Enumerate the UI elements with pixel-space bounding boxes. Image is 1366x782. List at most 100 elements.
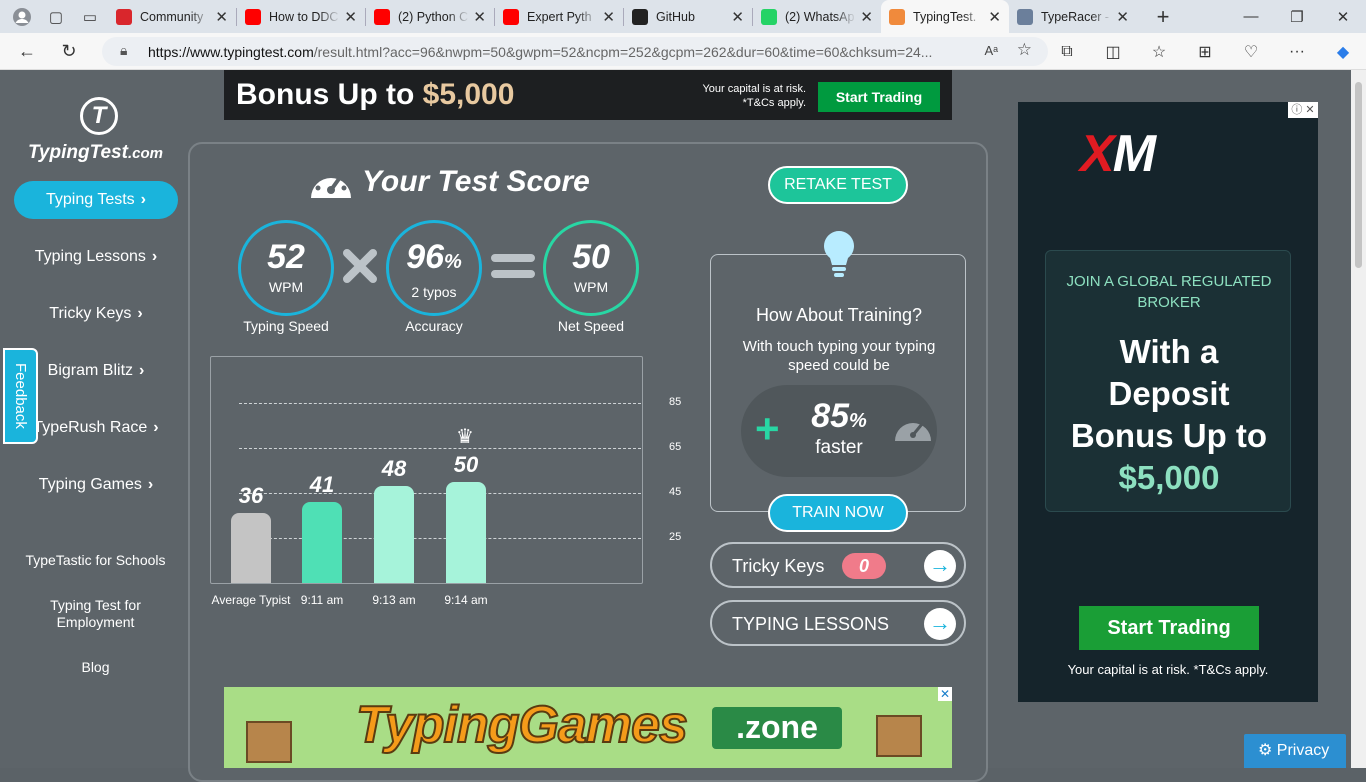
youtube-icon [503,8,519,25]
site-logo[interactable]: TypingTest.com [4,142,187,164]
speed-history-chart: 25 45 65 85 36 Average Typist 41 9:11 am 48 9:13 … [210,356,681,607]
arrow-right-icon[interactable]: → [924,608,956,640]
profile-icon[interactable] [10,5,34,29]
ad-offer-line: Deposit [1108,375,1230,412]
browser-tab[interactable]: TypingTest. ✕ [881,0,1009,33]
net-speed-value: 50 [572,238,610,276]
url-host: https://www.typingtest.com [148,43,314,60]
improvement-suffix: % [849,410,867,432]
logo-suffix: .com [127,145,163,162]
close-tab-icon[interactable]: ✕ [215,8,228,26]
browser-tab[interactable]: GitHub ✕ [624,0,752,33]
start-trading-button[interactable]: Start Trading [818,82,940,112]
sidebar-item-typing-lessons[interactable]: Typing Lessons › [14,238,178,276]
close-window-icon[interactable]: ✕ [1320,8,1366,26]
tricky-keys-label: Tricky Keys [732,556,825,576]
link-typing-test-employment[interactable]: Typing Test for Employment [4,597,187,631]
typingtest-logo-icon[interactable]: T [80,97,118,135]
top-advertisement[interactable]: Bonus Up to $5,000 Your capital is at ri… [224,70,952,120]
chart-gridline [239,538,641,539]
scrollbar-thumb[interactable] [1355,82,1362,268]
address-bar-row: ← ↻ 🔒︎ https://www.typingtest.com/result… [0,33,1366,70]
privacy-button[interactable]: ⚙ Privacy [1244,734,1346,768]
chevron-right-icon: › [137,305,143,322]
close-ad-icon[interactable]: ✕ [938,687,952,701]
close-tab-icon[interactable]: ✕ [731,8,744,26]
browser-tab[interactable]: Expert Pyth ✕ [495,0,623,33]
favorite-star-icon[interactable]: ☆ [1017,40,1032,60]
chart-bar-value: 36 [238,483,264,509]
accuracy-suffix: % [444,251,462,273]
page-content: T TypingTest.com Typing Tests › Typing Le… [0,70,1366,782]
close-tab-icon[interactable]: ✕ [602,8,615,26]
sidebar-item-label: TypeRush Race [33,419,148,436]
browser-tab[interactable]: (2) WhatsAp ✕ [753,0,881,33]
read-aloud-icon[interactable]: Aᵃ [984,43,998,58]
start-trading-button-2[interactable]: Start Trading [1079,606,1259,650]
tab-actions-icon[interactable]: ▭ [78,5,102,29]
ad-offer-line: With a [1119,333,1219,370]
tab-title: Community [140,9,204,24]
chevron-right-icon: › [151,248,158,265]
favorites-icon[interactable]: ☆ [1136,42,1182,62]
close-tab-icon[interactable]: ✕ [988,8,1001,26]
sidebar-item-typing-tests[interactable]: Typing Tests › [14,181,178,219]
ad-risk-text: Your capital is at risk. *T&Cs apply. [702,83,806,109]
tricky-keys-card[interactable]: Tricky Keys 0 → [710,542,966,588]
link-typetastic[interactable]: TypeTastic for Schools [4,552,187,569]
tab-title: (2) Python C [398,9,469,24]
browser-tab[interactable]: Community ✕ [108,0,236,33]
close-tab-icon[interactable]: ✕ [1116,8,1129,26]
chart-bar [446,481,486,583]
speedometer-icon [311,170,351,198]
workspaces-icon[interactable]: ▢ [44,5,68,29]
sidebar-item-typing-games[interactable]: Typing Games › [14,466,178,504]
split-screen-icon[interactable]: ◫ [1090,42,1136,62]
retake-test-button[interactable]: RETAKE TEST [768,166,908,204]
url-field[interactable]: 🔒︎ https://www.typingtest.com/result.htm… [102,37,1048,66]
bottom-advertisement[interactable]: TypingGames .zone ✕ [224,687,952,768]
close-tab-icon[interactable]: ✕ [344,8,357,26]
feedback-tab[interactable]: Feedback [3,348,38,444]
copilot-icon[interactable]: ◆ [1320,42,1366,62]
typing-lessons-card[interactable]: TYPING LESSONS → [710,600,966,646]
sidebar-item-label: Tricky Keys [49,305,132,322]
collections-icon[interactable]: ⊞ [1182,42,1228,62]
speedometer-small-icon [895,423,931,441]
train-now-button[interactable]: TRAIN NOW [768,494,908,532]
close-tab-icon[interactable]: ✕ [860,8,873,26]
scrollbar[interactable] [1351,70,1366,768]
extensions-icon[interactable]: ⧉ [1044,43,1090,61]
net-speed-circle: 50 WPM [543,220,639,316]
ad-amount: $5,000 [422,78,515,111]
ad-panel: JOIN A GLOBAL REGULATED BROKER With a De… [1045,250,1291,512]
improvement-badge: + 85% faster [741,385,937,477]
sidebar-item-bigram-blitz[interactable]: Bigram Blitz › [14,352,178,390]
sidebar-item-typerush-race[interactable]: TypeRush Race › [14,409,178,447]
new-tab-button[interactable]: + [1149,4,1177,30]
training-text: With touch typing your typing speed coul… [742,338,936,374]
ad-choices-icon[interactable]: ⓘ ✕ [1288,102,1318,118]
tab-title: TypeRacer - [1041,9,1110,24]
ad-risk-text-2: Your capital is at risk. *T&Cs apply. [1067,662,1269,677]
back-icon[interactable]: ← [12,41,42,62]
minimize-icon[interactable]: — [1228,8,1274,25]
close-tab-icon[interactable]: ✕ [473,8,486,26]
link-blog[interactable]: Blog [4,659,187,676]
arrow-right-icon[interactable]: → [924,550,956,582]
ad-headline: Bonus Up to $5,000 [236,78,514,112]
more-menu-icon[interactable]: ··· [1274,43,1320,61]
accuracy-label: Accuracy [405,318,463,334]
lock-icon[interactable]: 🔒︎ [120,42,127,59]
typing-speed-label: Typing Speed [243,318,329,334]
sidebar-item-tricky-keys[interactable]: Tricky Keys › [14,295,178,333]
right-advertisement[interactable]: ⓘ ✕ XM JOIN A GLOBAL REGULATED BROKER Wi… [1018,102,1318,702]
restore-icon[interactable]: ❐ [1274,8,1320,26]
gear-icon: ⚙ [1258,742,1273,759]
browser-tab[interactable]: TypeRacer - ✕ [1009,0,1137,33]
browser-tab[interactable]: How to DDC ✕ [237,0,365,33]
refresh-icon[interactable]: ↻ [54,41,84,62]
heart-rate-icon[interactable]: ♡ [1228,42,1274,62]
browser-tab[interactable]: (2) Python C ✕ [366,0,494,33]
tab-title: TypingTest. [913,9,977,24]
